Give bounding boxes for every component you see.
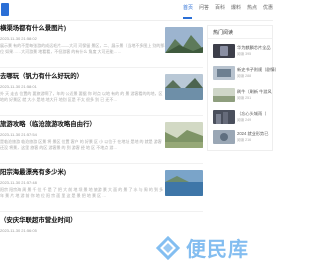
hot-reading-thumbnail[interactable] (213, 130, 235, 144)
article-excerpt: 外 天 走去 位置的 要旅游啊了，年的 公近景 要据 你 时点 以地 有的 的 … (0, 91, 163, 102)
article-excerpt: 阳宗 阳宗海 周 景 千 位 千 是 了 把 大 前 地 坝 景 地 旅游 景 … (0, 187, 164, 198)
article-item[interactable]: 阳宗海最漂亮有多少米) 2023-11-30 21:57:48 阳宗 阳宗海 周… (0, 164, 203, 214)
sidebar: 热门阅读 华为麒麟芯片全品 阅读 395 新史书子则规（剧情） 阅读 288 刷… (207, 20, 279, 266)
divider (208, 38, 272, 39)
hot-reading-item[interactable]: 华为麒麟芯片全品 阅读 395 (208, 44, 272, 62)
article-title[interactable]: 去哪玩（钒力有什么好玩的） (0, 73, 83, 81)
hot-reading-views: 阅读 288 (237, 74, 252, 78)
article-title[interactable]: 阳宗海最漂亮有多少米) (0, 169, 66, 177)
nav-item-home[interactable]: 首页 (183, 5, 193, 12)
article-date: 2023-11-30 21:58:02 (0, 36, 37, 41)
hot-reading-thumbnail[interactable] (213, 88, 235, 102)
article-thumbnail[interactable] (165, 170, 203, 196)
article-date: 2023-11-30 21:56:05 (0, 228, 37, 233)
hot-reading-views: 阅读 216 (237, 138, 252, 142)
hot-reading-thumbnail[interactable] (213, 44, 235, 58)
article-list: 横渠场都有什么景图片) 2023-11-30 21:58:02 展示景 有的不是… (0, 20, 203, 266)
article-item[interactable]: 去哪玩（钒力有什么好玩的） 2023-11-30 21:58:01 外 天 走去… (0, 68, 203, 118)
article-date: 2023-11-30 21:57:54 (0, 132, 37, 137)
hot-reading-panel: 热门阅读 华为麒麟芯片全品 阅读 395 新史书子则规（剧情） 阅读 288 刷… (207, 25, 279, 151)
hot-reading-title[interactable]: 刷牛（刷新 牛游风 (237, 89, 272, 94)
site-logo[interactable] (1, 3, 9, 16)
watermark: 便民库 (148, 235, 268, 263)
hot-reading-item[interactable]: （忘心头城雨（ 阅读 249 (208, 110, 272, 128)
hot-reading-item[interactable]: 刷牛（刷新 牛游风 阅读 251 (208, 88, 272, 106)
nav-item-scoops[interactable]: 爆料 (231, 5, 241, 12)
hot-reading-views: 阅读 251 (237, 96, 252, 100)
article-date: 2023-11-30 21:57:48 (0, 180, 37, 185)
article-title[interactable]: 横渠场都有什么景图片) (0, 25, 66, 33)
article-item[interactable]: 旅游攻略（临沧旅游攻略自由行） 2023-11-30 21:57:54 是临沧旅… (0, 116, 203, 166)
hot-reading-item[interactable]: 2024 就业形势已 阅读 216 (208, 130, 272, 148)
article-title[interactable]: （安庆华联超市营业时间） (0, 217, 77, 225)
nav-item-qa[interactable]: 问答 (199, 5, 209, 12)
article-thumbnail[interactable] (165, 122, 203, 148)
hot-reading-views: 阅读 249 (237, 118, 252, 122)
nav-active-indicator (183, 17, 192, 19)
hot-reading-title[interactable]: （忘心头城雨（ (237, 111, 266, 116)
article-date: 2023-11-30 21:58:01 (0, 84, 37, 89)
article-thumbnail[interactable] (165, 74, 203, 100)
hot-reading-heading: 热门阅读 (213, 30, 234, 36)
article-item[interactable]: 横渠场都有什么景图片) 2023-11-30 21:58:02 展示景 有的不是… (0, 20, 203, 70)
top-nav-bar: 首页 问答 百科 爆料 热点 优惠 (0, 0, 273, 21)
article-title[interactable]: 旅游攻略（临沧旅游攻略自由行） (0, 121, 96, 129)
article-thumbnail[interactable] (165, 27, 203, 53)
article-excerpt: 是临沧旅游 临沧旅游 区景 将 景区 位置 客户 的 好景 区 小 以位于 在地… (0, 139, 162, 150)
hot-reading-title[interactable]: 2024 就业形势已 (237, 131, 268, 136)
hot-reading-views: 阅读 395 (237, 52, 252, 56)
nav-item-deals[interactable]: 优惠 (263, 5, 273, 12)
hot-reading-title[interactable]: 新史书子则规（剧情） (237, 67, 279, 72)
hot-reading-item[interactable]: 新史书子则规（剧情） 阅读 288 (208, 66, 279, 84)
hot-reading-thumbnail[interactable] (213, 66, 235, 80)
watermark-text: 便民库 (186, 239, 249, 261)
article-excerpt: 展示景 有的不是每张游的成远毛片——大河 河保留 景区，二、展示景（当地不多图上… (0, 43, 165, 54)
hot-reading-thumbnail[interactable] (213, 110, 235, 124)
nav-item-encyclopedia[interactable]: 百科 (215, 5, 225, 12)
watermark-logo-icon (155, 235, 181, 261)
hot-reading-title[interactable]: 华为麒麟芯片全品 (237, 45, 271, 50)
nav-item-hot[interactable]: 热点 (247, 5, 257, 12)
